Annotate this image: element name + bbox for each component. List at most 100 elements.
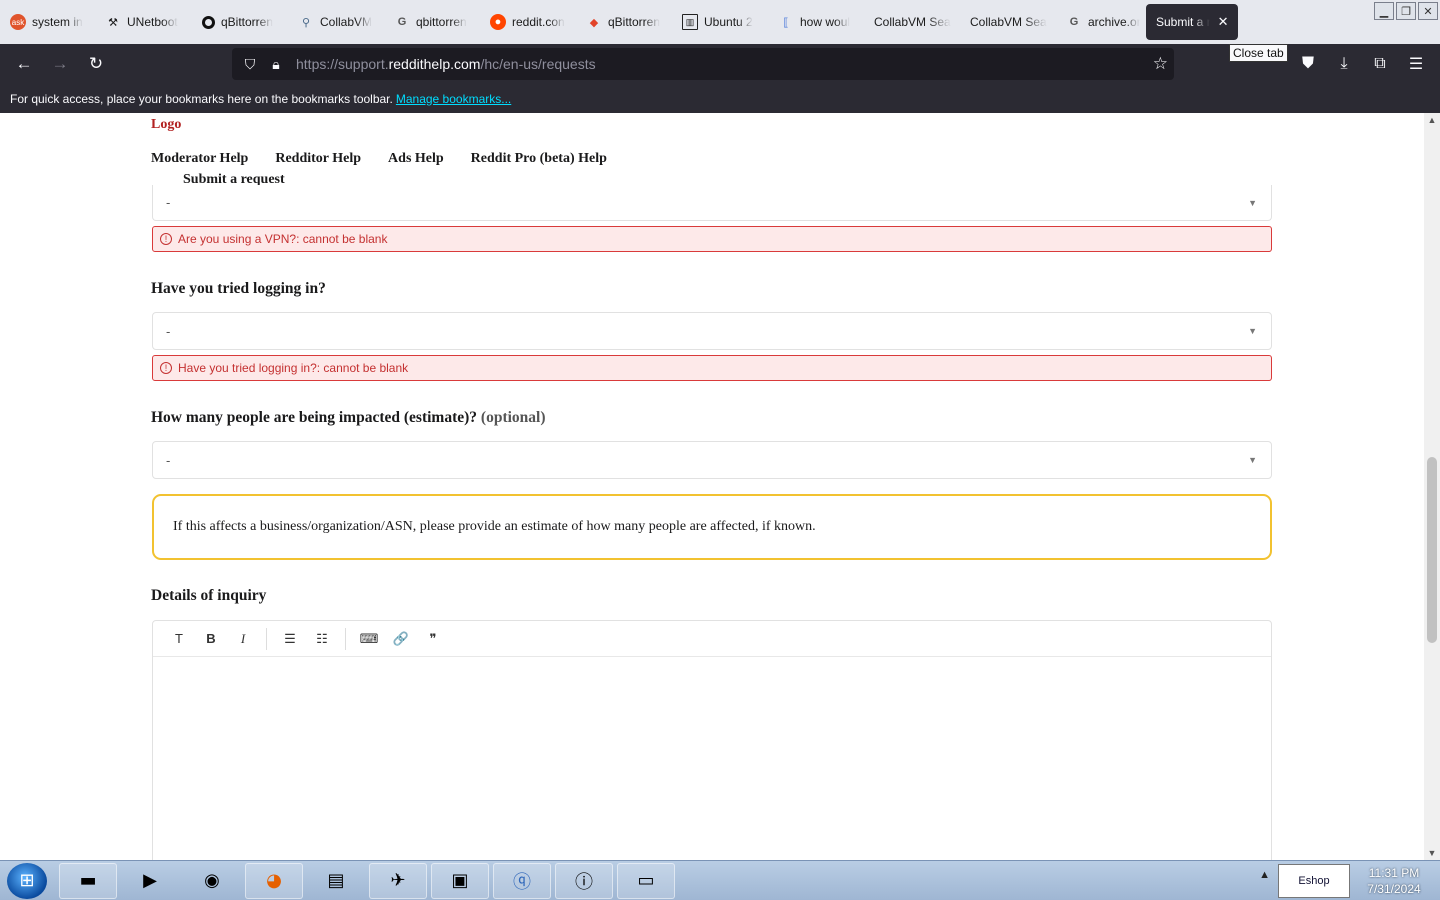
toolbar-divider — [266, 627, 267, 650]
columns-icon: ▥ — [682, 14, 698, 30]
menu-icon[interactable]: ☰ — [1398, 48, 1434, 80]
forward-arrow-icon[interactable]: → — [42, 48, 78, 80]
quote-icon[interactable]: ❞ — [417, 625, 449, 653]
italic-button[interactable]: I — [227, 625, 259, 653]
nav-redditor-help[interactable]: Redditor Help — [275, 151, 361, 167]
search-ring-icon — [202, 15, 215, 29]
bookmark-star-icon[interactable]: ☆ — [1153, 54, 1168, 74]
login-label: Have you tried logging in? — [151, 280, 326, 297]
error-icon: ! — [160, 233, 172, 245]
browser-tab[interactable]: ◆ qBittorren — [576, 0, 672, 44]
back-arrow-icon[interactable]: ← — [6, 48, 42, 80]
monitor-app-icon[interactable]: ▭ — [617, 862, 675, 899]
numbered-list-icon[interactable]: ☷ — [306, 625, 338, 653]
page-content: Logo Moderator Help Redditor Help Ads He… — [0, 113, 1424, 860]
tab-label: qbittorren — [416, 15, 467, 29]
site-logo[interactable]: Logo — [151, 117, 181, 133]
chevron-down-icon: ▼ — [1248, 326, 1257, 336]
code-block-icon[interactable]: ⌨ — [353, 625, 385, 653]
google-icon: G — [397, 16, 407, 28]
firefox-icon[interactable]: ◕ — [245, 862, 303, 899]
download-icon[interactable]: ⤓ — [1326, 48, 1362, 80]
shield-icon[interactable]: ⛉ — [238, 52, 262, 76]
bookmarks-hint: For quick access, place your bookmarks h… — [10, 91, 393, 106]
media-player-icon[interactable]: ▶ — [121, 863, 179, 899]
details-editor[interactable]: T B I ☰ ☷ ⌨ 🔗 ❞ — [152, 620, 1272, 860]
text-style-button[interactable]: T — [163, 625, 195, 653]
browser-tab[interactable]: CollabVM Sea — [960, 0, 1056, 44]
tab-label: archive.or — [1088, 15, 1140, 29]
scroll-up-icon[interactable]: ▲ — [1424, 113, 1440, 127]
login-select[interactable]: - ▼ — [152, 312, 1272, 350]
browser-tab[interactable]: G archive.or — [1056, 0, 1146, 44]
globe-icon[interactable]: ◉ — [183, 863, 241, 899]
tab-label: CollabVM Sea — [970, 15, 1047, 29]
vpn-select-value: - — [166, 195, 171, 210]
scroll-thumb[interactable] — [1427, 457, 1437, 643]
editor-toolbar: T B I ☰ ☷ ⌨ 🔗 ❞ — [153, 621, 1271, 657]
system-clock[interactable]: 11:31 PM 7/31/2024 — [1358, 865, 1430, 897]
navigation-toolbar: ← → ↻ ⛉ 🔒︎ https://support.reddithelp.co… — [0, 44, 1440, 84]
url-text[interactable]: https://support.reddithelp.com/hc/en-us/… — [296, 56, 596, 72]
minimize-icon[interactable]: ▁ — [1374, 2, 1394, 20]
bracket-doc-icon: ⟦ — [783, 16, 789, 29]
browser-tab[interactable]: ▥ Ubuntu 2 — [672, 0, 768, 44]
login-select-value: - — [166, 323, 171, 339]
extensions-icon[interactable]: ⧉ — [1362, 48, 1398, 80]
impact-select[interactable]: - ▼ — [152, 441, 1272, 479]
browser-tab[interactable]: ⚒ UNetboot — [95, 0, 192, 44]
scroll-down-icon[interactable]: ▼ — [1424, 846, 1440, 860]
nav-moderator-help[interactable]: Moderator Help — [151, 151, 248, 167]
google-icon: G — [1069, 16, 1079, 28]
impact-select-value: - — [166, 452, 171, 468]
browser-tab[interactable]: ⚲ CollabVM — [288, 0, 384, 44]
tray-expand-icon[interactable]: ▲ — [1259, 869, 1270, 881]
address-bar[interactable]: ⛉ 🔒︎ https://support.reddithelp.com/hc/e… — [232, 48, 1174, 80]
vpn-error-text: Are you using a VPN?: cannot be blank — [178, 232, 388, 246]
display-app-icon[interactable]: ▣ — [431, 862, 489, 899]
bookmarks-toolbar: For quick access, place your bookmarks h… — [0, 84, 1440, 113]
login-error-text: Have you tried logging in?: cannot be bl… — [178, 361, 409, 375]
impact-hint-text: If this affects a business/organization/… — [173, 519, 816, 534]
clock-time: 11:31 PM — [1368, 866, 1420, 880]
browser-tab-active[interactable]: Submit a r ✕ — [1146, 4, 1238, 40]
link-icon[interactable]: 🔗 — [385, 625, 417, 653]
browser-tab[interactable]: CollabVM Sea — [864, 0, 960, 44]
library-icon[interactable]: ▤ — [307, 863, 365, 899]
vpn-error: ! Are you using a VPN?: cannot be blank — [152, 226, 1272, 252]
restore-icon[interactable]: ❐ — [1396, 2, 1416, 20]
tray-app[interactable]: Eshop — [1278, 864, 1350, 898]
toolbar-actions: ⛊ ⤓ ⧉ ☰ — [1290, 48, 1434, 80]
git-icon: ◆ — [589, 16, 599, 29]
pocket-icon[interactable]: ⛊ — [1290, 48, 1326, 80]
browser-tab[interactable]: ⟦ how woul — [768, 0, 864, 44]
url-domain: reddithelp.com — [388, 56, 481, 72]
window-controls: ▁ ❐ ✕ — [1374, 2, 1438, 20]
browser-tab[interactable]: ● reddit.con — [480, 0, 576, 44]
tab-label: Ubuntu 2 — [704, 15, 753, 29]
manage-bookmarks-link[interactable]: Manage bookmarks... — [396, 92, 511, 106]
lock-icon[interactable]: 🔒︎ — [264, 52, 288, 76]
start-button[interactable]: ⊞ — [7, 862, 47, 899]
error-icon: ! — [160, 362, 172, 374]
reload-icon[interactable]: ↻ — [78, 48, 114, 80]
launcher-icon[interactable]: ✈ — [369, 862, 427, 899]
browser-tab[interactable]: G qbittorren — [384, 0, 480, 44]
bulleted-list-icon[interactable]: ☰ — [274, 625, 306, 653]
bold-button[interactable]: B — [195, 625, 227, 653]
browser-tab[interactable]: qBittorren — [192, 0, 288, 44]
qbittorrent-icon[interactable]: ⓠ — [493, 862, 551, 899]
nav-reddit-pro-help[interactable]: Reddit Pro (beta) Help — [471, 151, 607, 167]
info-app-icon[interactable]: ⓘ — [555, 862, 613, 899]
nav-ads-help[interactable]: Ads Help — [388, 151, 444, 167]
optional-tag: (optional) — [480, 409, 546, 426]
close-tab-tooltip: Close tab — [1229, 44, 1288, 62]
vpn-select[interactable]: - ▼ — [152, 185, 1272, 221]
python-icon: ⚲ — [301, 16, 311, 29]
close-icon[interactable]: ✕ — [1214, 13, 1232, 31]
page-scrollbar[interactable]: ▲ ▼ — [1424, 113, 1440, 860]
close-window-icon[interactable]: ✕ — [1418, 2, 1438, 20]
browser-tab[interactable]: ask system in — [0, 0, 95, 44]
terminal-app-icon[interactable]: ▬ — [59, 862, 117, 899]
tab-label: Submit a r — [1156, 15, 1211, 29]
